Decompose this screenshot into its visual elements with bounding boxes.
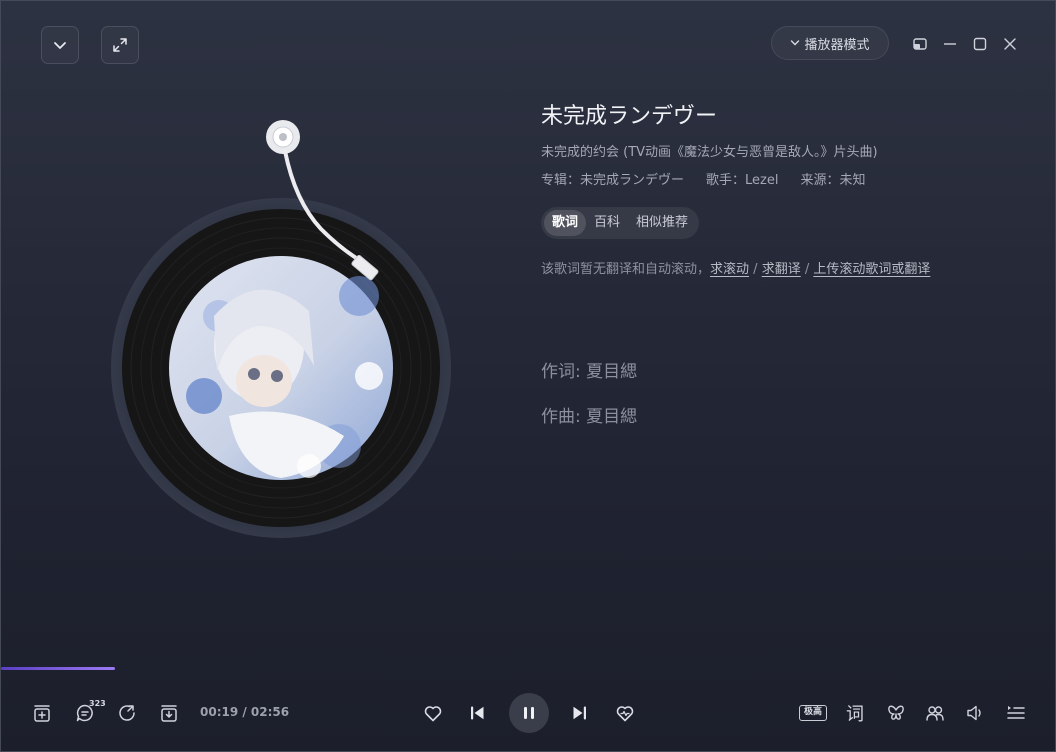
progress-fill xyxy=(1,667,116,670)
player-window: 播放器模式 未完成ランデヴー 未完成的约会 (TV动画《魔法少女与恶曾是敌人。》… xyxy=(0,0,1056,752)
heartbeat-mode-button[interactable] xyxy=(611,699,639,727)
song-title: 未完成ランデヴー xyxy=(541,104,718,129)
butterfly-icon xyxy=(888,705,904,720)
pause-button[interactable] xyxy=(509,693,549,733)
close-button[interactable] xyxy=(999,33,1021,55)
playlist-button[interactable] xyxy=(1002,699,1030,727)
lyrics-toggle-button[interactable]: 词 xyxy=(841,699,869,727)
close-icon xyxy=(1004,38,1016,50)
minimize-button[interactable] xyxy=(939,33,961,55)
add-to-playlist-button[interactable] xyxy=(28,699,56,727)
download-button[interactable] xyxy=(155,699,183,727)
share-icon xyxy=(119,705,135,721)
minimize-icon xyxy=(944,43,956,45)
source-label: 来源：未知 xyxy=(800,173,866,188)
chevron-down-icon xyxy=(54,42,66,49)
tab-similar[interactable]: 相似推荐 xyxy=(628,210,696,236)
time-display: 00:19 / 02:56 xyxy=(200,705,290,719)
lyrics-notice: 该歌词暂无翻译和自动滚动，求滚动 / 求翻译 / 上传滚动歌词或翻译 xyxy=(541,258,1021,277)
chevron-down-icon xyxy=(791,40,800,46)
sound-effect-button[interactable] xyxy=(882,699,910,727)
album-label[interactable]: 专辑：未完成ランデヴー xyxy=(541,169,684,188)
notice-separator: / xyxy=(800,262,814,277)
song-meta: 专辑：未完成ランデヴー 歌手：Lezel 来源：未知 xyxy=(541,169,1021,188)
listen-together-button[interactable] xyxy=(921,699,949,727)
collapse-button[interactable] xyxy=(41,26,79,64)
song-subtitle: 未完成的约会 (TV动画《魔法少女与恶曾是敌人。》片头曲) xyxy=(541,145,878,160)
previous-button[interactable] xyxy=(463,699,491,727)
skip-next-icon xyxy=(573,706,586,720)
player-mode-label: 播放器模式 xyxy=(804,37,870,53)
tab-lyrics[interactable]: 歌词 xyxy=(544,210,587,236)
comment-count-badge: 323 xyxy=(89,699,106,708)
maximize-button[interactable] xyxy=(969,33,991,55)
request-translation-link[interactable]: 求翻译 xyxy=(762,262,801,277)
skip-previous-icon xyxy=(471,706,484,720)
heart-icon xyxy=(424,706,442,722)
quality-badge[interactable]: 极高 xyxy=(799,705,827,721)
lyric-line: 作曲: 夏目緦 xyxy=(541,407,638,427)
playlist-icon xyxy=(1007,706,1025,719)
player-mode-button[interactable]: 播放器模式 xyxy=(771,26,889,60)
fullscreen-button[interactable] xyxy=(101,26,139,64)
progress-bar[interactable] xyxy=(1,667,1055,670)
next-button[interactable] xyxy=(566,699,594,727)
notice-separator: / xyxy=(749,262,762,277)
share-button[interactable] xyxy=(113,699,141,727)
tonearm xyxy=(251,111,401,291)
upload-lyrics-link[interactable]: 上传滚动歌词或翻译 xyxy=(813,262,930,277)
maximize-icon xyxy=(973,37,987,51)
lyric-line: 作词: 夏目緦 xyxy=(541,362,638,382)
notice-text: 该歌词暂无翻译和自动滚动， xyxy=(541,262,711,277)
volume-button[interactable] xyxy=(961,699,989,727)
request-scroll-link[interactable]: 求滚动 xyxy=(710,262,749,277)
info-tabs: 歌词 百科 相似推荐 xyxy=(541,207,700,239)
mini-player-icon xyxy=(913,38,927,50)
mini-mode-button[interactable] xyxy=(909,33,931,55)
download-icon xyxy=(161,705,177,722)
heartbeat-icon xyxy=(616,706,634,722)
like-button[interactable] xyxy=(419,699,447,727)
pause-icon xyxy=(524,707,534,719)
singer-label[interactable]: 歌手：Lezel xyxy=(706,169,778,188)
tab-wiki[interactable]: 百科 xyxy=(586,210,628,236)
add-to-list-icon xyxy=(34,705,50,722)
volume-icon xyxy=(967,705,981,721)
song-info: 未完成ランデヴー 未完成的约会 (TV动画《魔法少女与恶曾是敌人。》片头曲) 专… xyxy=(541,101,1021,277)
users-icon xyxy=(926,706,944,721)
expand-icon xyxy=(113,38,127,52)
